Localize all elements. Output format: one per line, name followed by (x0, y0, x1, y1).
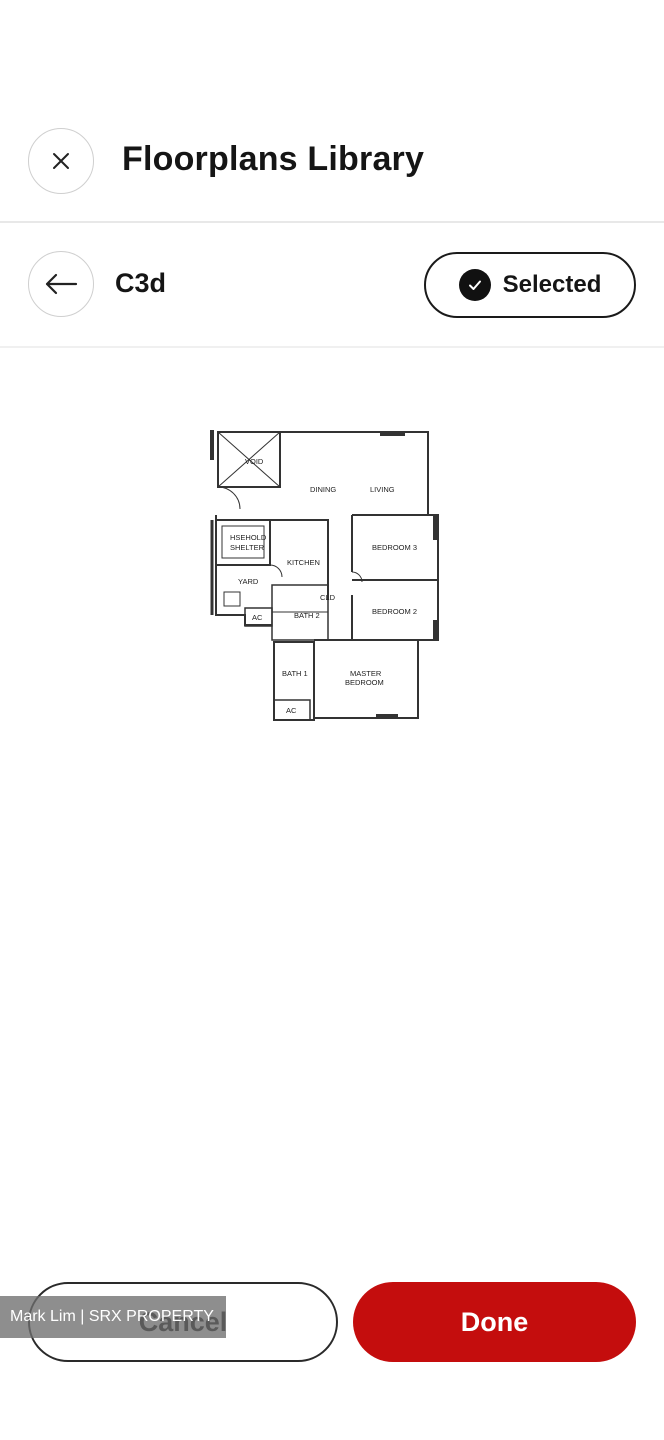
room-ac-1: AC (252, 613, 263, 622)
room-ac-2: AC (286, 706, 297, 715)
room-cld: CLD (320, 593, 336, 602)
room-bedroom-2: BEDROOM 2 (372, 607, 417, 616)
room-bath-1: BATH 1 (282, 669, 308, 678)
floorplan-drawing: VOID DINING LIVING HSEHOLD SHELTER KITCH… (210, 430, 439, 721)
floorplan-image: VOID DINING LIVING HSEHOLD SHELTER KITCH… (190, 420, 460, 760)
room-bedroom-3: BEDROOM 3 (372, 543, 417, 552)
room-shelter: SHELTER (230, 543, 265, 552)
back-button[interactable] (28, 251, 94, 317)
room-void: VOID (245, 457, 264, 466)
plan-toolbar: C3d Selected (0, 223, 664, 347)
toolbar-divider (0, 346, 664, 348)
room-living: LIVING (370, 485, 395, 494)
room-yard: YARD (238, 577, 259, 586)
room-master-line2: BEDROOM (345, 678, 384, 687)
page-title: Floorplans Library (122, 140, 425, 178)
room-master-line1: MASTER (350, 669, 382, 678)
arrow-left-icon (45, 273, 78, 295)
room-kitchen: KITCHEN (287, 558, 320, 567)
selected-toggle-button[interactable]: Selected (424, 252, 636, 318)
room-hshold: HSEHOLD (230, 533, 267, 542)
watermark: Mark Lim | SRX PROPERTY (0, 1296, 226, 1338)
done-button[interactable]: Done (353, 1282, 636, 1362)
room-bath-2: BATH 2 (294, 611, 320, 620)
header: Floorplans Library (0, 0, 664, 222)
close-icon (53, 153, 69, 169)
close-button[interactable] (28, 128, 94, 194)
check-circle-icon (458, 269, 491, 301)
selected-label: Selected (502, 271, 602, 298)
plan-name: C3d (115, 268, 167, 298)
room-dining: DINING (310, 485, 336, 494)
